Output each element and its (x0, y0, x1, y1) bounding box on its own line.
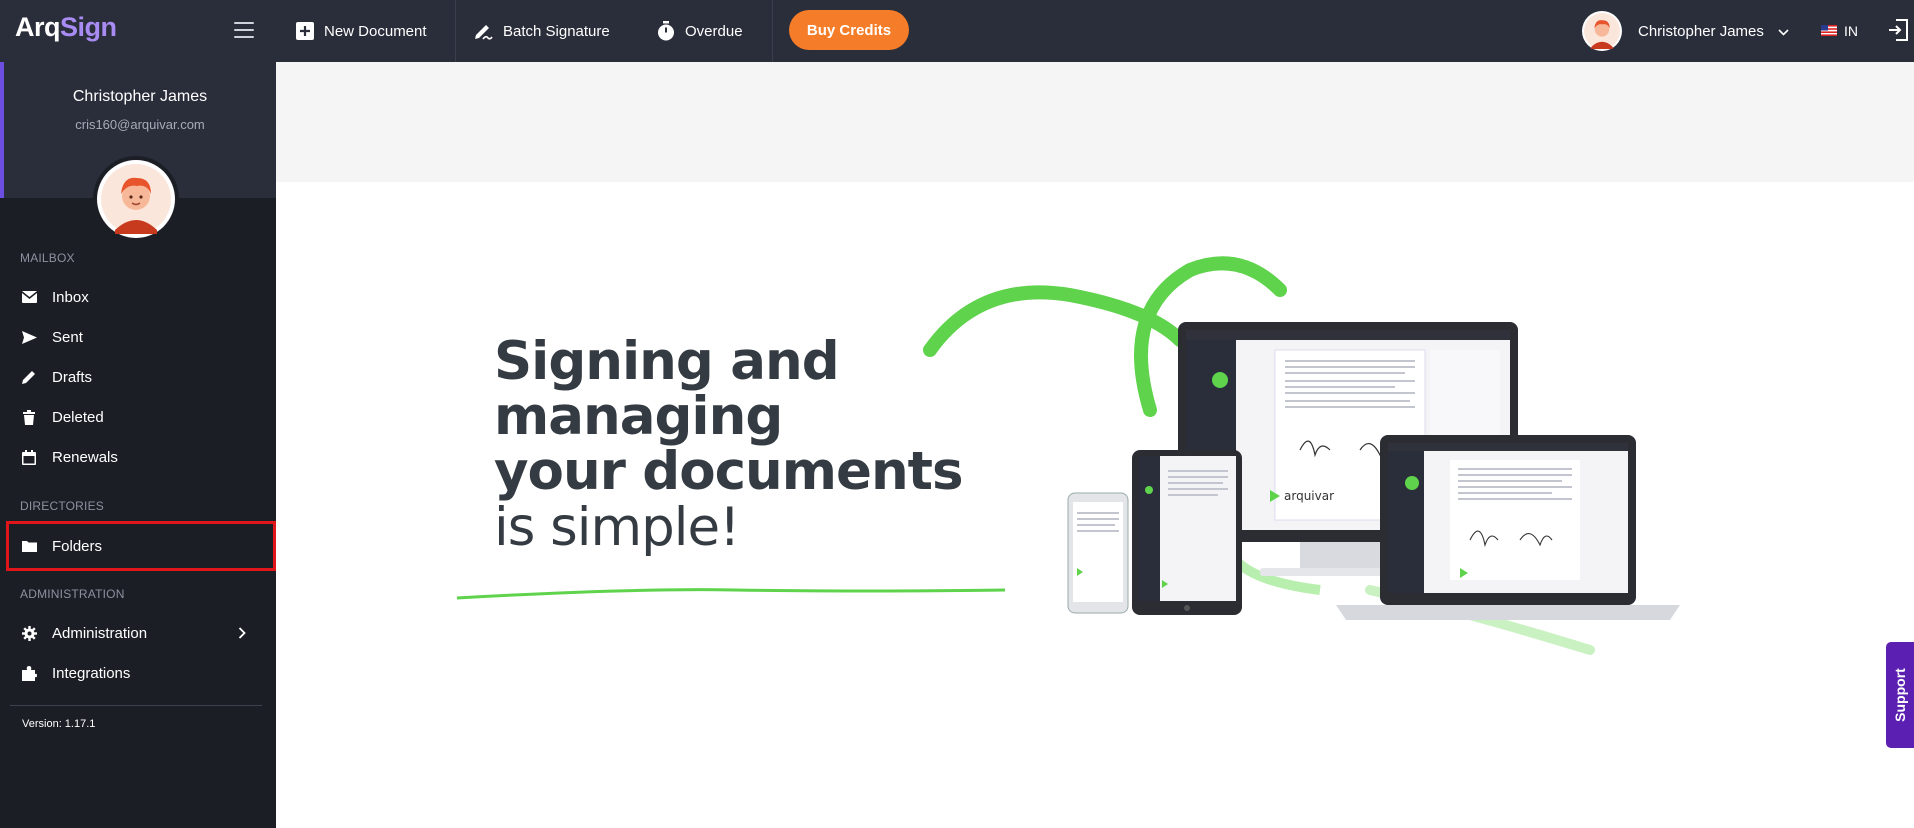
avatar (1582, 11, 1622, 51)
buy-credits-button[interactable]: Buy Credits (789, 10, 909, 50)
signature-pen-icon (474, 22, 493, 40)
support-label: Support (1892, 668, 1908, 722)
avatar-face-icon (1584, 13, 1620, 49)
sidebar-item-renewals[interactable]: Renewals (6, 437, 276, 477)
section-mailbox: MAILBOX (20, 251, 75, 265)
hero-heading: Signing and managing your documents is s… (494, 331, 964, 558)
app-logo[interactable]: ArqSign (15, 12, 117, 43)
sidebar-item-drafts[interactable]: Drafts (6, 357, 276, 397)
profile-name: Christopher James (72, 88, 208, 105)
plus-square-icon (296, 22, 314, 40)
support-tab[interactable]: Support (1886, 642, 1914, 748)
batch-signature-button[interactable]: Batch Signature (474, 0, 610, 62)
avatar-face-icon (101, 164, 171, 234)
profile-email: cris160@arquivar.com (75, 117, 205, 132)
trash-icon (20, 408, 38, 426)
sidebar-header: ArqSign (0, 0, 276, 62)
sidebar-item-deleted[interactable]: Deleted (6, 397, 276, 437)
version-label: Version: 1.17.1 (22, 718, 96, 730)
mockup-brand-text: arquivar (1284, 489, 1334, 503)
overdue-label: Overdue (685, 22, 743, 40)
chevron-right-icon (238, 626, 246, 644)
sidebar-item-integrations[interactable]: Integrations (6, 653, 276, 693)
section-directories: DIRECTORIES (20, 499, 104, 513)
sidebar-item-label: Integrations (52, 664, 131, 682)
sidebar-item-label: Folders (52, 537, 103, 555)
pencil-icon (20, 368, 38, 386)
hamburger-menu-icon[interactable] (234, 22, 254, 38)
sidebar-item-label: Drafts (52, 368, 93, 386)
sidebar-item-label: Deleted (52, 408, 104, 426)
hero-line-1: Signing and (494, 331, 840, 392)
sidebar: ArqSign Christopher James cris160@arquiv… (0, 0, 276, 828)
user-menu-name: Christopher James (1638, 22, 1764, 40)
toolbar-divider (772, 0, 773, 62)
hero-line-2: managing (494, 386, 783, 447)
calendar-icon (20, 448, 38, 466)
puzzle-icon (20, 664, 38, 682)
sidebar-item-folders[interactable]: Folders (6, 521, 276, 571)
sidebar-item-label: Administration (52, 624, 148, 642)
section-administration: ADMINISTRATION (20, 587, 125, 601)
user-menu[interactable]: Christopher James (1582, 9, 1789, 53)
language-code: IN (1844, 23, 1858, 39)
avatar[interactable] (93, 156, 179, 242)
toolbar-divider (455, 0, 456, 62)
devices-illustration: arquivar (923, 256, 1680, 655)
new-document-label: New Document (324, 22, 427, 40)
sidebar-item-label: Renewals (52, 448, 118, 466)
gear-icon (20, 624, 38, 642)
sidebar-item-label: Inbox (52, 288, 89, 306)
sidebar-item-sent[interactable]: Sent (6, 317, 276, 357)
new-document-button[interactable]: New Document (296, 0, 427, 62)
sidebar-item-label: Sent (52, 328, 83, 346)
top-navigation-bar: New Document Batch Signature Overdue Buy… (276, 0, 1914, 62)
hero-line-4: is simple! (494, 497, 740, 558)
send-icon (20, 328, 38, 346)
chevron-down-icon (1778, 23, 1789, 40)
logout-icon[interactable] (1888, 19, 1908, 46)
batch-signature-label: Batch Signature (503, 22, 610, 40)
stopwatch-icon (657, 21, 675, 41)
overdue-button[interactable]: Overdue (657, 0, 743, 62)
us-flag-icon (1821, 23, 1837, 39)
envelope-icon (20, 288, 38, 306)
sidebar-item-administration[interactable]: Administration (6, 613, 276, 653)
folder-icon (20, 537, 38, 555)
sidebar-divider (10, 705, 262, 706)
page-header-area (276, 62, 1914, 182)
language-selector[interactable]: IN (1821, 0, 1858, 62)
hero-line-3: your documents (494, 441, 964, 502)
sidebar-item-inbox[interactable]: Inbox (6, 277, 276, 317)
